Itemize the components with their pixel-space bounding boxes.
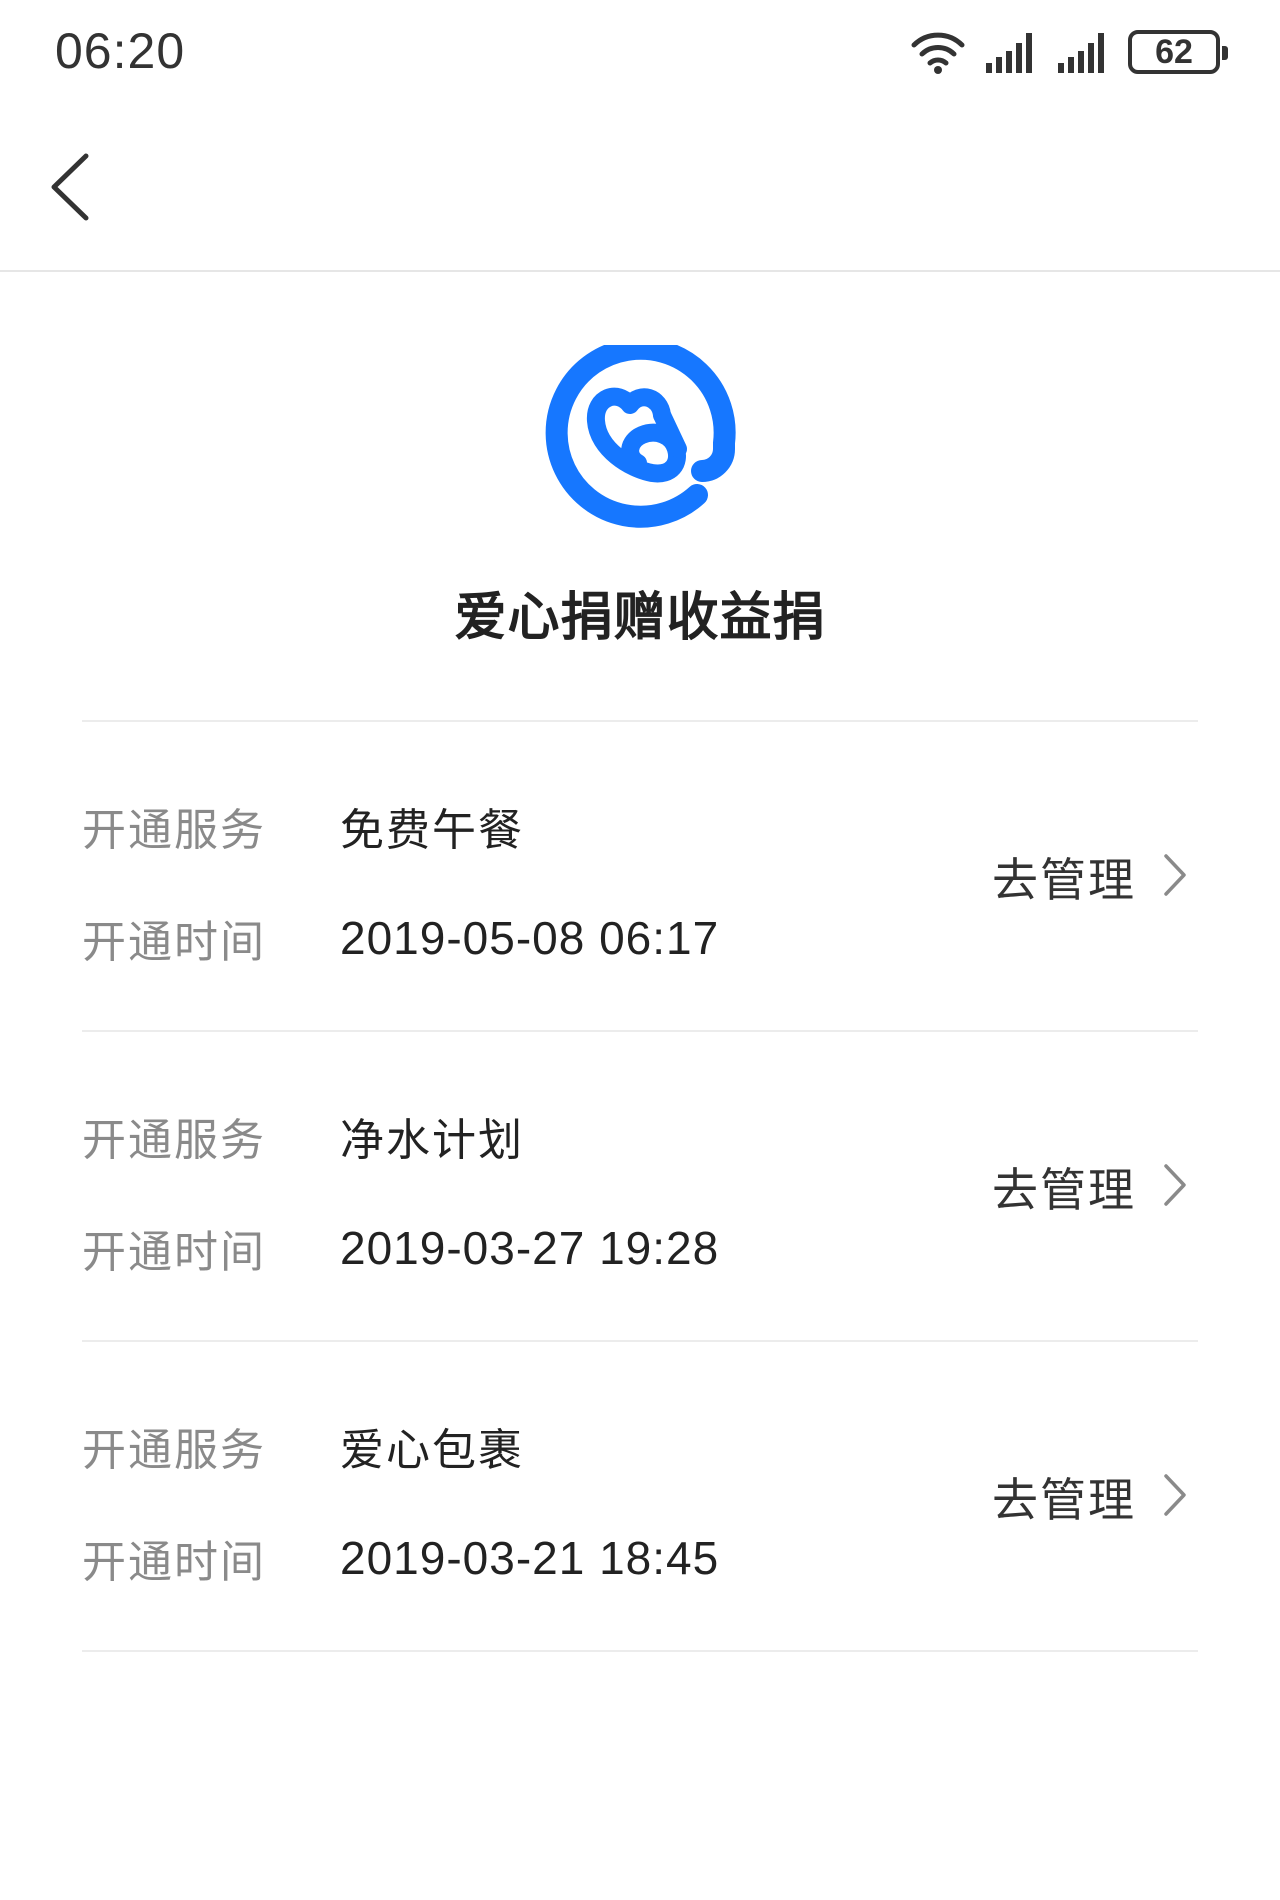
status-bar: 06:20 62 [0, 0, 1280, 104]
service-label: 开通服务 [82, 1115, 266, 1166]
chevron-right-icon [1162, 1162, 1188, 1212]
manage-button[interactable]: 去管理 [992, 1156, 1188, 1218]
activation-time: 2019-03-21 18:45 [340, 1532, 720, 1584]
service-label: 开通服务 [82, 805, 266, 856]
list-item: 开通服务 爱心包裹 开通时间 2019-03-21 18:45 去管理 [82, 1342, 1198, 1652]
list-item: 开通服务 免费午餐 开通时间 2019-05-08 06:17 去管理 [82, 722, 1198, 1032]
service-name: 爱心包裹 [340, 1425, 524, 1476]
list-item: 开通服务 净水计划 开通时间 2019-03-27 19:28 去管理 [82, 1032, 1198, 1342]
status-icons: 62 [910, 24, 1228, 80]
chevron-right-icon [1162, 852, 1188, 902]
manage-label: 去管理 [992, 853, 1136, 907]
service-label: 开通服务 [82, 1425, 266, 1476]
service-row: 开通服务 爱心包裹 [82, 1414, 524, 1478]
service-list: 开通服务 免费午餐 开通时间 2019-05-08 06:17 去管理 开通服务… [82, 720, 1198, 1652]
manage-label: 去管理 [992, 1163, 1136, 1217]
page-title: 爱心捐赠收益捐 [454, 588, 826, 648]
time-row: 开通时间 2019-03-27 19:28 [82, 1216, 719, 1280]
time-label: 开通时间 [82, 1227, 266, 1278]
manage-label: 去管理 [992, 1473, 1136, 1527]
service-name: 免费午餐 [340, 805, 524, 856]
signal-icon [984, 29, 1038, 75]
time-row: 开通时间 2019-05-08 06:17 [82, 906, 719, 970]
service-name: 净水计划 [340, 1115, 524, 1166]
time-label: 开通时间 [82, 1537, 266, 1588]
manage-button[interactable]: 去管理 [992, 846, 1188, 908]
chevron-left-icon [48, 152, 92, 226]
chevron-right-icon [1162, 1472, 1188, 1522]
manage-button[interactable]: 去管理 [992, 1466, 1188, 1528]
battery-icon: 62 [1128, 30, 1228, 74]
service-row: 开通服务 净水计划 [82, 1104, 524, 1168]
activation-time: 2019-03-27 19:28 [340, 1222, 720, 1274]
time-label: 开通时间 [82, 917, 266, 968]
back-button[interactable] [30, 144, 110, 234]
status-time: 06:20 [55, 23, 186, 79]
charity-heart-logo-icon [542, 337, 738, 541]
service-row: 开通服务 免费午餐 [82, 794, 524, 858]
time-row: 开通时间 2019-03-21 18:45 [82, 1526, 719, 1590]
nav-bar [0, 104, 1280, 272]
battery-level: 62 [1155, 33, 1193, 71]
donation-services-page: 06:20 62 爱心捐赠收益捐 开通服务 免费午餐 开通时间 2019-05-… [0, 0, 1280, 1900]
activation-time: 2019-05-08 06:17 [340, 912, 720, 964]
signal-icon [1056, 29, 1110, 75]
wifi-icon [910, 29, 966, 75]
